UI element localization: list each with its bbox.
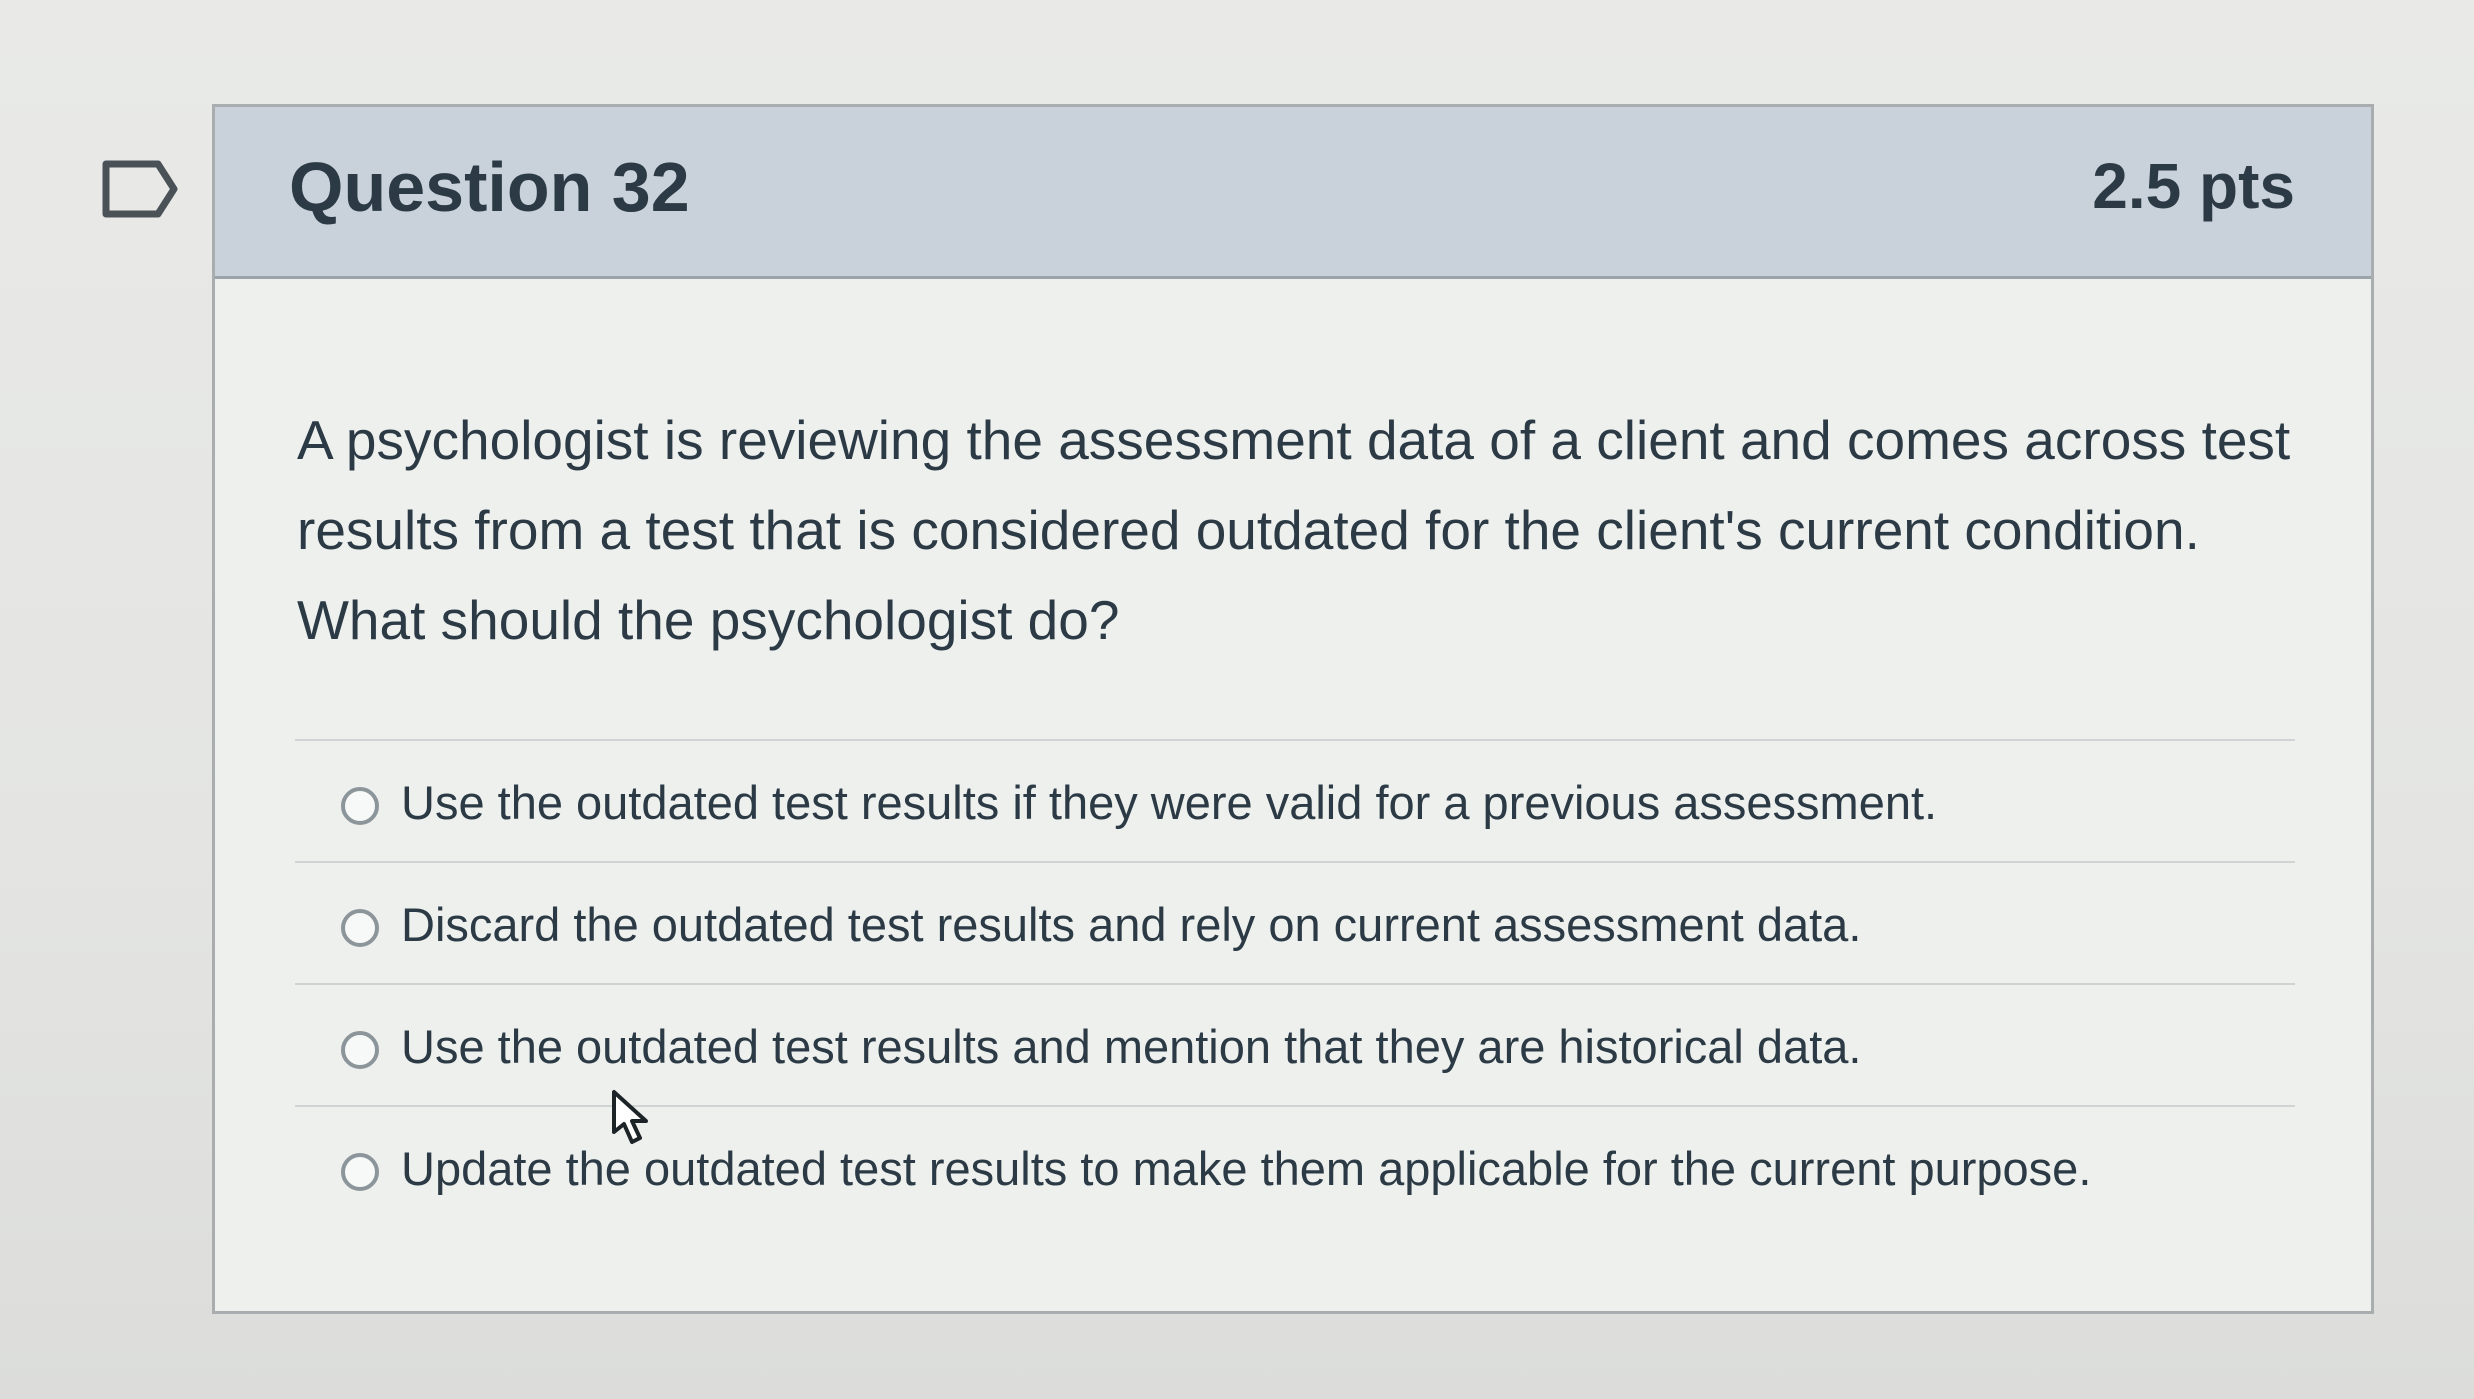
answer-option-2[interactable]: Discard the outdated test results and re…	[295, 861, 2295, 983]
hand-pointer-icon	[612, 1090, 648, 1144]
answer-option-3[interactable]: Use the outdated test results and mentio…	[295, 983, 2295, 1105]
radio-unselected-icon[interactable]	[341, 1153, 379, 1191]
question-text: A psychologist is reviewing the assessme…	[297, 409, 2291, 651]
flag-question-icon[interactable]	[100, 158, 180, 220]
question-card: Question 32 2.5 pts A psychologist is re…	[212, 104, 2374, 1314]
question-points: 2.5 pts	[2092, 150, 2295, 222]
radio-unselected-icon[interactable]	[341, 787, 379, 825]
answer-list: Use the outdated test results if they we…	[295, 739, 2295, 1227]
radio-unselected-icon[interactable]	[341, 1031, 379, 1069]
answer-label[interactable]: Use the outdated test results if they we…	[401, 775, 1937, 830]
answer-label[interactable]: Use the outdated test results and mentio…	[401, 1019, 1861, 1074]
page-background: Question 32 2.5 pts A psychologist is re…	[0, 0, 2474, 1399]
answer-option-4[interactable]: Update the outdated test results to make…	[295, 1105, 2295, 1227]
answer-label[interactable]: Discard the outdated test results and re…	[401, 897, 1861, 952]
question-header: Question 32 2.5 pts	[215, 107, 2371, 279]
radio-unselected-icon[interactable]	[341, 909, 379, 947]
question-title: Question 32	[289, 148, 690, 226]
answer-option-1[interactable]: Use the outdated test results if they we…	[295, 739, 2295, 861]
